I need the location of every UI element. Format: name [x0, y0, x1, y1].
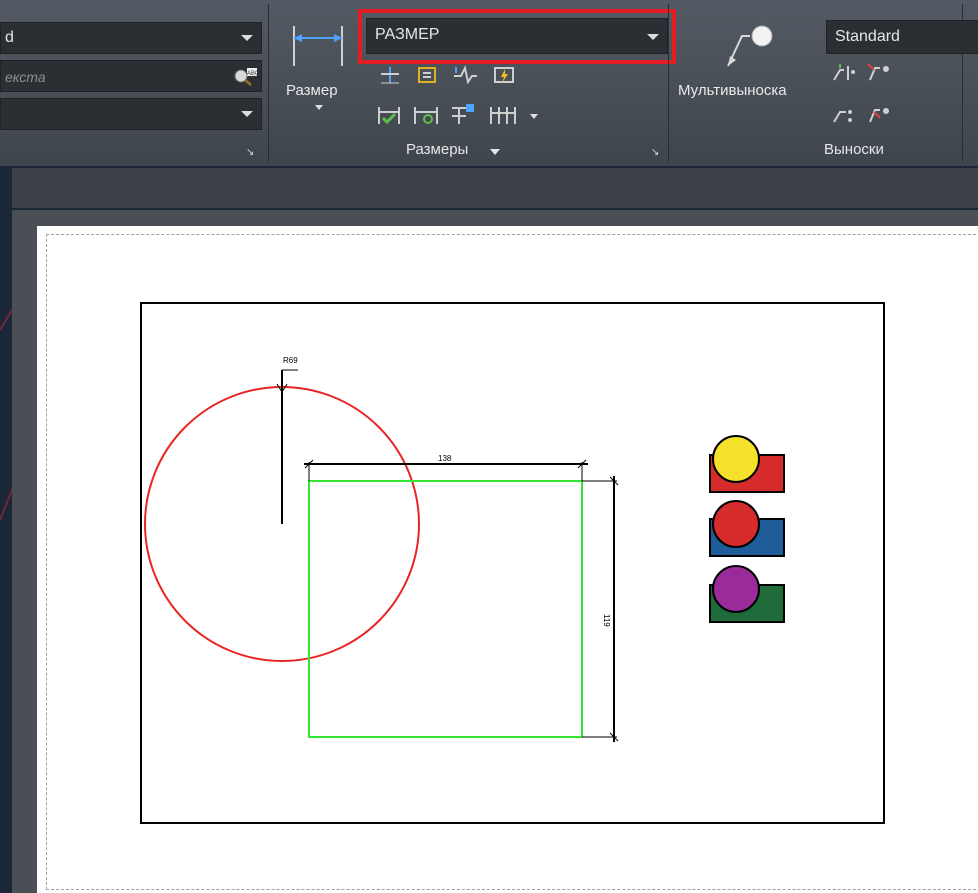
drawn-rectangle[interactable] — [308, 480, 583, 738]
radius-dimension[interactable] — [276, 369, 298, 524]
drawing-canvas[interactable]: R69 138 119 — [0, 0, 978, 893]
legend-item-2[interactable] — [709, 500, 785, 557]
legend-circle[interactable] — [712, 565, 760, 613]
viewport-frame[interactable] — [140, 302, 885, 824]
height-dimension[interactable] — [582, 476, 619, 742]
radius-label: R69 — [283, 356, 298, 365]
legend-item-1[interactable] — [709, 435, 785, 493]
legend-item-3[interactable] — [709, 565, 785, 623]
width-dimension[interactable] — [304, 459, 588, 481]
legend-circle[interactable] — [712, 500, 760, 548]
width-label: 138 — [438, 454, 452, 463]
height-label: 119 — [602, 614, 611, 627]
legend-circle[interactable] — [712, 435, 760, 483]
